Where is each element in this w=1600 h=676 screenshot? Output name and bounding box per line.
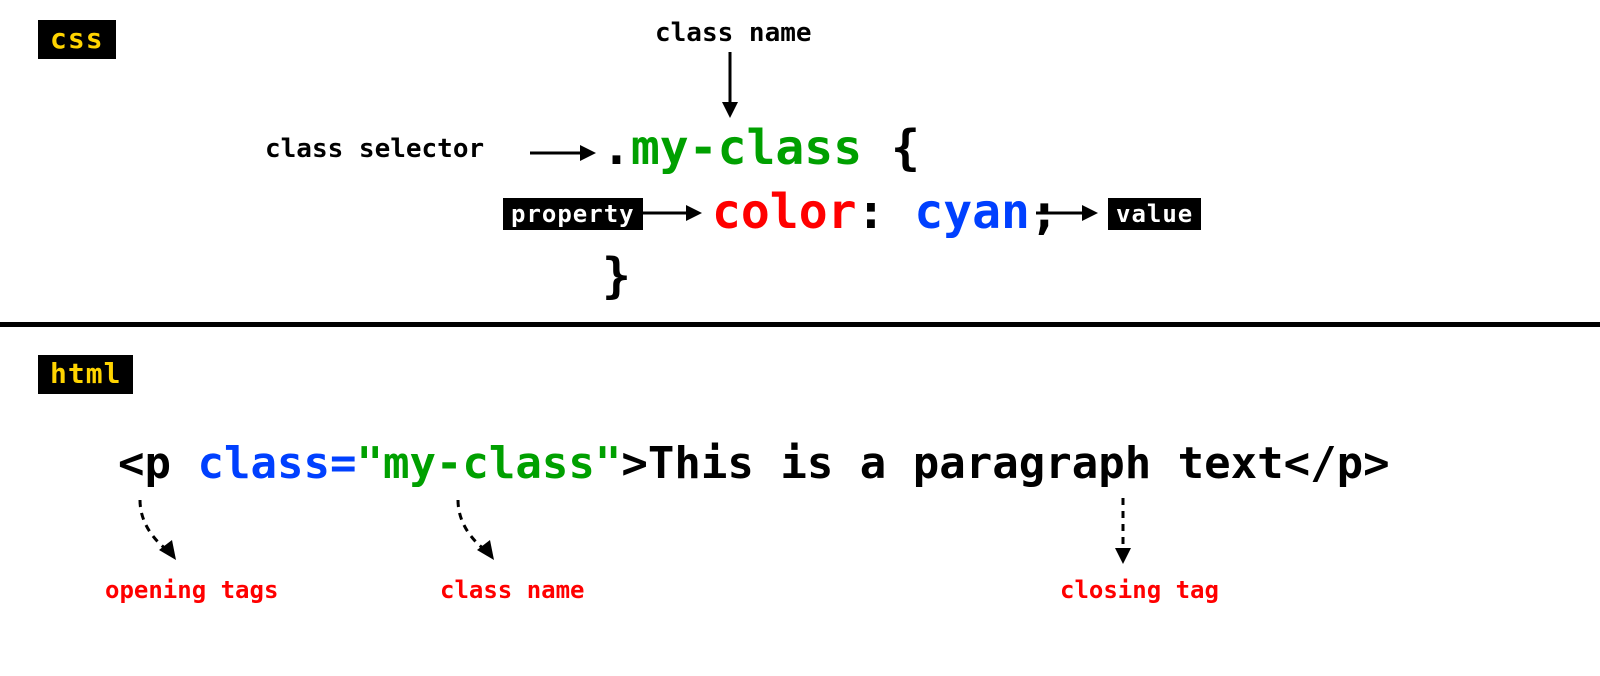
css-badge: css [38, 20, 116, 59]
css-colon: : [857, 184, 886, 240]
html-code-line: <p class="my-class">This is a paragraph … [118, 438, 1390, 489]
arrow-property-icon [640, 198, 704, 228]
css-line-3: } [602, 248, 631, 304]
css-line-2: color: cyan; [712, 184, 1059, 240]
css-brace-close: } [602, 248, 631, 304]
css-dot: . [602, 120, 631, 176]
arrow-classname-html-icon [448, 496, 508, 568]
css-brace-open: { [891, 120, 920, 176]
arrow-classname-down-icon [715, 52, 745, 120]
label-value: value [1108, 198, 1201, 230]
html-equals: = [330, 438, 357, 489]
html-attr-value: my-class [383, 438, 595, 489]
html-badge: html [38, 355, 133, 394]
html-open-lt: < [118, 438, 145, 489]
css-property: color [712, 184, 857, 240]
arrow-opening-tags-icon [130, 496, 190, 568]
html-quote-open: " [356, 438, 383, 489]
html-open-gt: > [621, 438, 648, 489]
html-text-content: This is a paragraph text [648, 438, 1284, 489]
section-divider [0, 322, 1600, 327]
css-value: cyan [914, 184, 1030, 240]
label-property: property [503, 198, 643, 230]
html-close-tag: </p> [1284, 438, 1390, 489]
label-class-name-html: class name [440, 576, 585, 604]
label-class-name-css: class name [655, 18, 812, 48]
label-closing-tag: closing tag [1060, 576, 1219, 604]
label-opening-tags: opening tags [105, 576, 278, 604]
arrow-class-selector-icon [530, 138, 598, 168]
arrow-closing-tag-icon [1108, 496, 1138, 568]
css-line-1: .my-class { [602, 120, 920, 176]
arrow-value-icon [1036, 198, 1100, 228]
html-attr-class: class [198, 438, 330, 489]
css-selector: my-class [631, 120, 862, 176]
html-tag-p: p [145, 438, 172, 489]
label-class-selector: class selector [265, 134, 484, 164]
html-quote-close: " [595, 438, 622, 489]
